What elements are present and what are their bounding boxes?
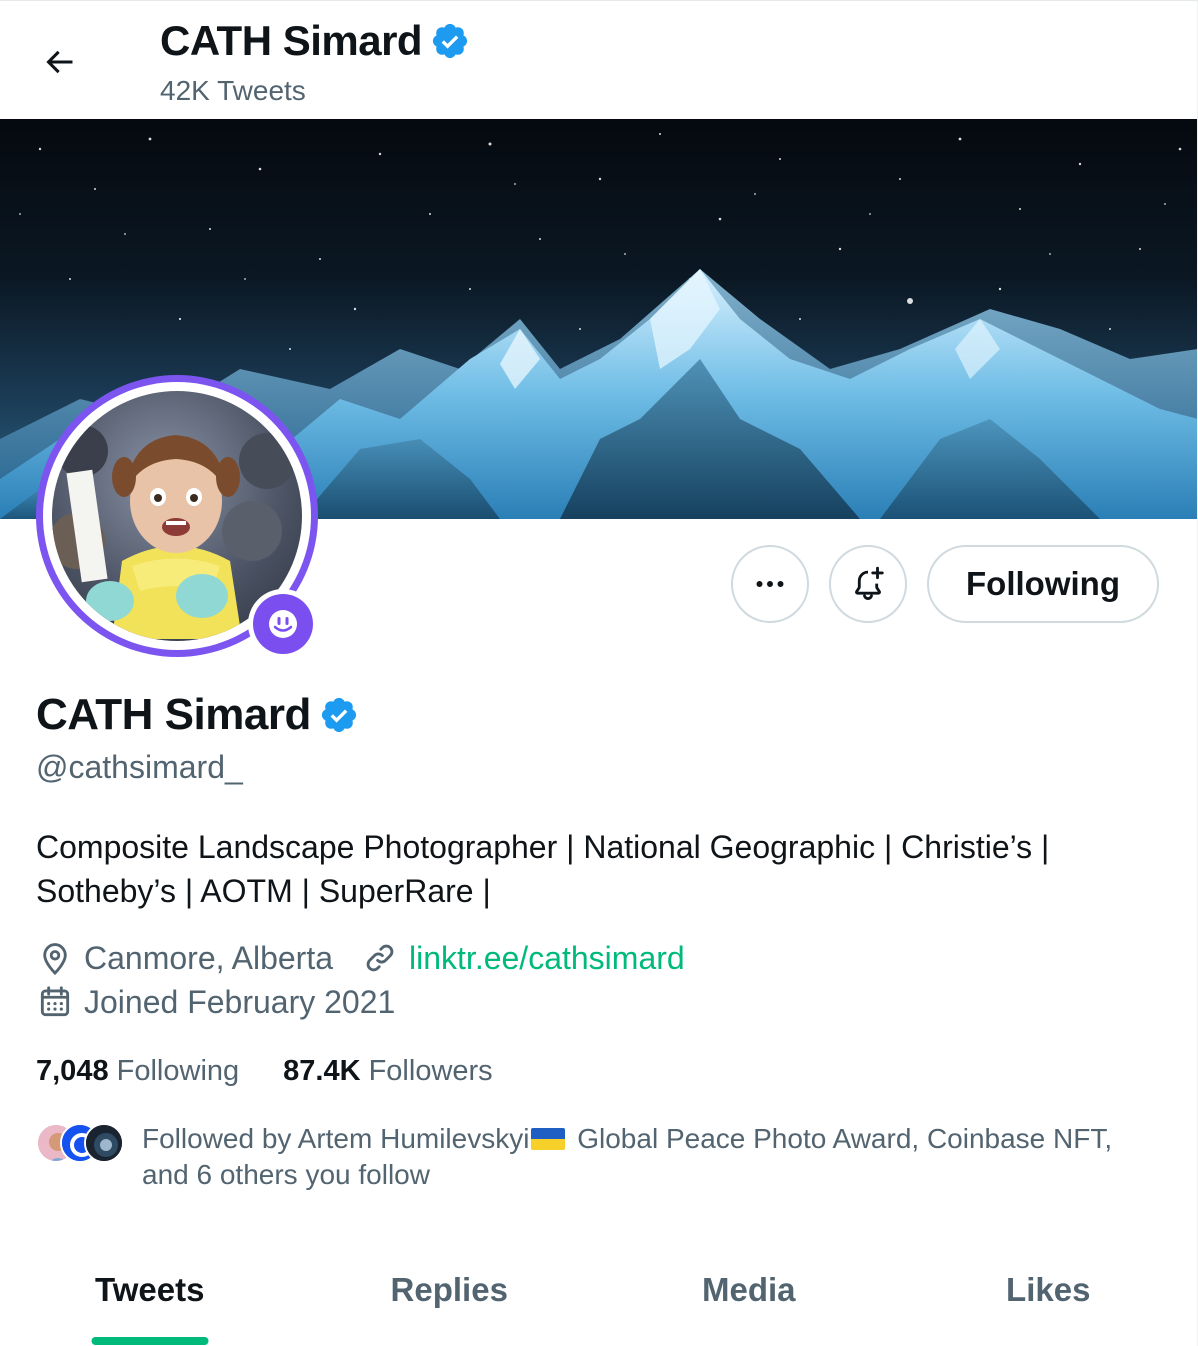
following-button[interactable]: Following bbox=[927, 545, 1159, 623]
follow-stats: 7,048 Following 87.4K Followers bbox=[36, 1055, 537, 1088]
profile-display-name: CATH Simard bbox=[36, 690, 311, 739]
followers-you-know[interactable]: Followed by Artem Humilevskyi Global Pea… bbox=[36, 1121, 1142, 1193]
tab-replies[interactable]: Replies bbox=[300, 1231, 600, 1346]
followers-label: Followers bbox=[368, 1055, 493, 1087]
smile-face-icon bbox=[269, 610, 297, 638]
followed-by-part1: Followed by Artem Humilevskyi bbox=[142, 1123, 530, 1154]
tab-label: Media bbox=[701, 1271, 796, 1308]
location-text: Canmore, Alberta bbox=[84, 939, 334, 976]
profile-meta-row: Canmore, Alberta linktr.ee/cathsimard bbox=[36, 939, 713, 977]
tab-media[interactable]: Media bbox=[599, 1231, 899, 1346]
followers-count: 87.4K bbox=[283, 1055, 361, 1087]
profile-tabs: Tweets Replies Media Likes bbox=[0, 1231, 1198, 1346]
tweet-count: 42K Tweets bbox=[160, 75, 306, 106]
back-button[interactable] bbox=[24, 27, 94, 97]
link-icon bbox=[366, 944, 394, 972]
profile-bio: Composite Landscape Photographer | Natio… bbox=[36, 829, 1050, 909]
notifications-button[interactable] bbox=[829, 545, 907, 623]
calendar-icon bbox=[40, 986, 70, 1017]
joined-text: Joined February 2021 bbox=[84, 983, 396, 1020]
tab-label: Likes bbox=[1006, 1271, 1091, 1308]
following-label: Following bbox=[116, 1055, 240, 1087]
active-tab-indicator bbox=[91, 1337, 209, 1345]
following-count: 7,048 bbox=[36, 1055, 109, 1087]
profile-page: CATH Simard 42K Tweets Following CATH Si… bbox=[0, 0, 1198, 1346]
bell-plus-icon bbox=[854, 566, 884, 600]
location-pin-icon bbox=[43, 943, 67, 976]
tab-tweets[interactable]: Tweets bbox=[0, 1231, 300, 1346]
more-button[interactable] bbox=[731, 545, 809, 623]
following-stat-link[interactable]: 7,048 Following bbox=[36, 1055, 239, 1088]
tab-likes[interactable]: Likes bbox=[899, 1231, 1198, 1346]
tab-label: Tweets bbox=[95, 1271, 205, 1308]
ukraine-flag-icon bbox=[531, 1128, 566, 1150]
avatar bbox=[84, 1123, 124, 1163]
nft-avatar-badge bbox=[248, 589, 318, 659]
mutual-avatars bbox=[36, 1123, 126, 1167]
header-title: CATH Simard bbox=[160, 15, 470, 67]
followed-by-text[interactable]: Followed by Artem Humilevskyi Global Pea… bbox=[142, 1121, 1142, 1193]
profile-name-row: CATH Simard bbox=[36, 687, 359, 743]
verified-badge-icon bbox=[433, 23, 468, 59]
verified-badge-icon[interactable] bbox=[319, 695, 359, 735]
website[interactable]: linktr.ee/cathsimard bbox=[361, 939, 685, 977]
arrow-left-icon bbox=[46, 50, 73, 74]
profile-header-bar: CATH Simard 42K Tweets bbox=[0, 1, 1197, 119]
joined-row: Joined February 2021 bbox=[36, 983, 423, 1021]
followers-stat-link[interactable]: 87.4K Followers bbox=[283, 1055, 493, 1088]
profile-handle: @cathsimard_ bbox=[36, 749, 243, 785]
tab-label: Replies bbox=[390, 1271, 508, 1308]
more-horizontal-icon bbox=[756, 581, 784, 587]
header-name: CATH Simard bbox=[160, 17, 423, 64]
joined-date: Joined February 2021 bbox=[36, 983, 395, 1021]
website-link[interactable]: linktr.ee/cathsimard bbox=[409, 940, 685, 977]
location: Canmore, Alberta bbox=[36, 939, 333, 977]
